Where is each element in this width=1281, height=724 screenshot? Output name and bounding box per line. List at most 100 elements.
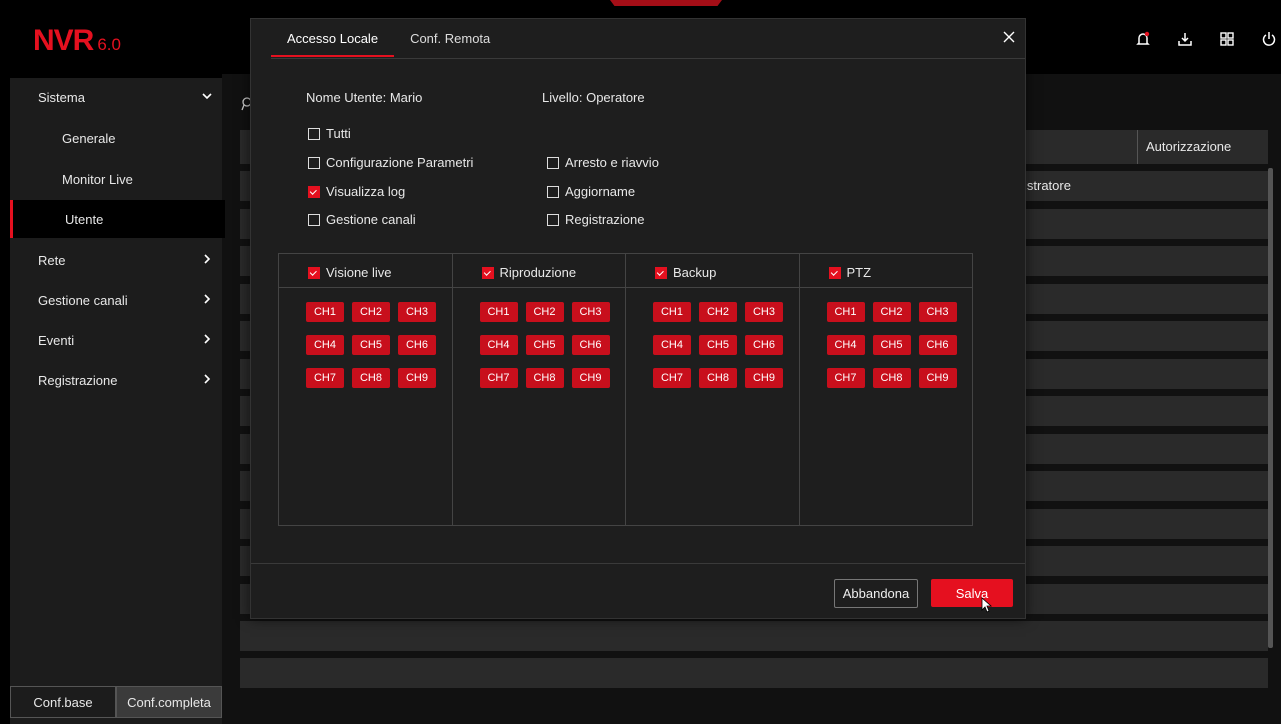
sidebar-item-sistema[interactable]: Sistema [10,78,222,116]
channel-button[interactable]: CH9 [571,368,610,388]
sidebar-item-label: Eventi [38,332,75,348]
channel-button[interactable]: CH7 [479,368,518,388]
channel-button[interactable]: CH5 [699,335,737,355]
cancel-button[interactable]: Abbandona [834,579,918,608]
channel-button[interactable]: CH9 [398,368,436,388]
sidebar-item-generale[interactable]: Generale [10,119,222,157]
channel-button[interactable]: CH5 [872,335,911,355]
bell-icon[interactable] [1134,30,1152,48]
channel-button[interactable]: CH5 [525,335,564,355]
channel-button[interactable]: CH3 [398,302,436,322]
channel-button[interactable]: CH1 [306,302,344,322]
sidebar-item-registrazione[interactable]: Registrazione [10,361,222,399]
checkbox-checked[interactable] [828,266,841,279]
column-ptz: PTZ CH1 CH2 CH3 CH4 CH5 CH6 CH7 CH8 CH9 [799,254,972,525]
column-header: PTZ [799,254,972,288]
sidebar-item-gestione-canali[interactable]: Gestione canali [10,281,222,319]
scrollbar[interactable] [1268,168,1273,648]
channel-button[interactable]: CH5 [352,335,390,355]
checkbox[interactable] [308,127,320,140]
conf-base-button[interactable]: Conf.base [10,686,116,718]
top-accent [610,0,722,6]
mouse-cursor-icon [981,597,993,613]
perm-update[interactable]: Aggiorname [547,184,635,199]
table-row[interactable] [240,621,1268,651]
channel-button[interactable]: CH2 [525,302,564,322]
channel-button[interactable]: CH3 [918,302,957,322]
channel-button[interactable]: CH9 [745,368,783,388]
channel-button[interactable]: CH7 [826,368,865,388]
perm-record[interactable]: Registrazione [547,212,645,227]
channel-button[interactable]: CH8 [699,368,737,388]
checkbox-checked[interactable] [481,266,494,279]
column-checkbox[interactable]: Visione live [308,265,392,280]
channel-button[interactable]: CH1 [653,302,691,322]
sidebar-item-utente[interactable]: Utente [10,200,225,238]
channel-button[interactable]: CH4 [306,335,344,355]
column-live-view: Visione live CH1 CH2 CH3 CH4 CH5 CH6 CH7… [279,254,453,525]
channel-permission-grid: Visione live CH1 CH2 CH3 CH4 CH5 CH6 CH7… [278,253,973,526]
column-header: Backup [626,254,799,288]
channel-button[interactable]: CH6 [745,335,783,355]
channel-button[interactable]: CH1 [826,302,865,322]
power-icon[interactable] [1260,30,1278,48]
download-icon[interactable] [1176,30,1194,48]
column-label: Riproduzione [499,265,577,280]
tab-local-access[interactable]: Accesso Locale [271,19,395,57]
checkbox[interactable] [547,185,559,198]
channel-button[interactable]: CH6 [571,335,610,355]
column-playback: Riproduzione CH1 CH2 CH3 CH4 CH5 CH6 CH7… [452,254,626,525]
table-cell: istratore [1024,178,1071,193]
column-checkbox[interactable]: PTZ [828,265,871,280]
perm-all[interactable]: Tutti [308,126,351,141]
channel-button[interactable]: CH6 [398,335,436,355]
user-name-label: Nome Utente: Mario [306,90,423,105]
checkbox-checked[interactable] [655,266,667,279]
logo-version: 6.0 [97,35,121,54]
channel-button[interactable]: CH2 [352,302,390,322]
perm-label: Tutti [326,126,351,141]
grid-icon[interactable] [1218,30,1236,48]
perm-config[interactable]: Configurazione Parametri [308,155,473,170]
sidebar-item-rete[interactable]: Rete [10,241,222,279]
column-checkbox[interactable]: Backup [655,265,716,280]
channel-button[interactable]: CH8 [872,368,911,388]
conf-full-button[interactable]: Conf.completa [116,686,222,718]
channel-button[interactable]: CH9 [918,368,957,388]
channel-button[interactable]: CH7 [653,368,691,388]
channel-buttons: CH1 CH2 CH3 CH4 CH5 CH6 CH7 CH8 CH9 [479,302,610,388]
chevron-right-icon [204,294,211,304]
channel-button[interactable]: CH3 [745,302,783,322]
sidebar-item-label: Sistema [38,89,85,105]
column-checkbox[interactable]: Riproduzione [481,265,577,280]
checkbox-checked[interactable] [308,185,320,198]
channel-button[interactable]: CH6 [918,335,957,355]
channel-button[interactable]: CH8 [352,368,390,388]
save-button[interactable]: Salva [931,579,1013,607]
table-row[interactable] [240,658,1268,688]
sidebar-item-monitor-live[interactable]: Monitor Live [10,160,222,198]
perm-label: Visualizza log [326,184,406,199]
channel-button[interactable]: CH1 [479,302,518,322]
checkbox[interactable] [547,213,559,226]
channel-button[interactable]: CH3 [571,302,610,322]
perm-channels[interactable]: Gestione canali [308,212,416,227]
sidebar-item-eventi[interactable]: Eventi [10,321,222,359]
channel-button[interactable]: CH2 [699,302,737,322]
channel-button[interactable]: CH4 [653,335,691,355]
checkbox-checked[interactable] [308,266,320,279]
checkbox[interactable] [308,156,320,169]
channel-button[interactable]: CH4 [479,335,518,355]
sidebar-item-label: Generale [62,130,116,146]
perm-shutdown[interactable]: Arresto e riavvio [547,155,659,170]
tab-remote-config[interactable]: Conf. Remota [394,19,506,57]
close-icon[interactable] [1003,31,1015,43]
checkbox[interactable] [308,213,320,226]
channel-button[interactable]: CH4 [826,335,865,355]
channel-button[interactable]: CH2 [872,302,911,322]
channel-button[interactable]: CH8 [525,368,564,388]
tab-divider [271,58,1025,59]
channel-button[interactable]: CH7 [306,368,344,388]
perm-log[interactable]: Visualizza log [308,184,405,199]
checkbox[interactable] [547,156,559,169]
